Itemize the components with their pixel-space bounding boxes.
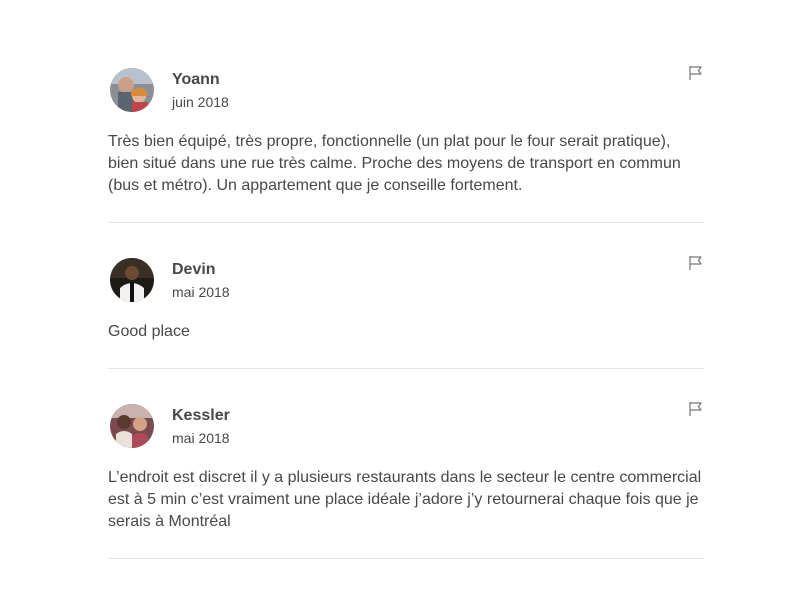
reviewer-avatar[interactable] [110,404,154,448]
reviewer-avatar[interactable] [110,68,154,112]
review-text: Très bien équipé, très propre, fonctionn… [108,133,681,194]
review-item: Kessler mai 2018 L’endroit est discret i… [108,396,704,559]
review-date: juin 2018 [172,93,229,110]
reviewer-name[interactable]: Devin [172,260,230,280]
review-text: L’endroit est discret il y a plusieurs r… [108,469,702,530]
flag-icon[interactable] [688,401,704,417]
review-date: mai 2018 [172,429,230,446]
review-item: Yoann juin 2018 Très bien équipé, très p… [108,60,704,223]
review-item: Devin mai 2018 Good place [108,250,704,369]
flag-icon[interactable] [688,65,704,81]
reviewer-avatar[interactable] [110,258,154,302]
flag-icon[interactable] [688,255,704,271]
review-text: Good place [108,323,190,340]
review-date: mai 2018 [172,283,230,300]
reviewer-name[interactable]: Yoann [172,70,229,90]
review-header: Devin mai 2018 [108,250,704,310]
reviewer-name[interactable]: Kessler [172,406,230,426]
review-header: Kessler mai 2018 [108,396,704,456]
review-header: Yoann juin 2018 [108,60,704,120]
reviews-list: Yoann juin 2018 Très bien équipé, très p… [108,60,704,559]
